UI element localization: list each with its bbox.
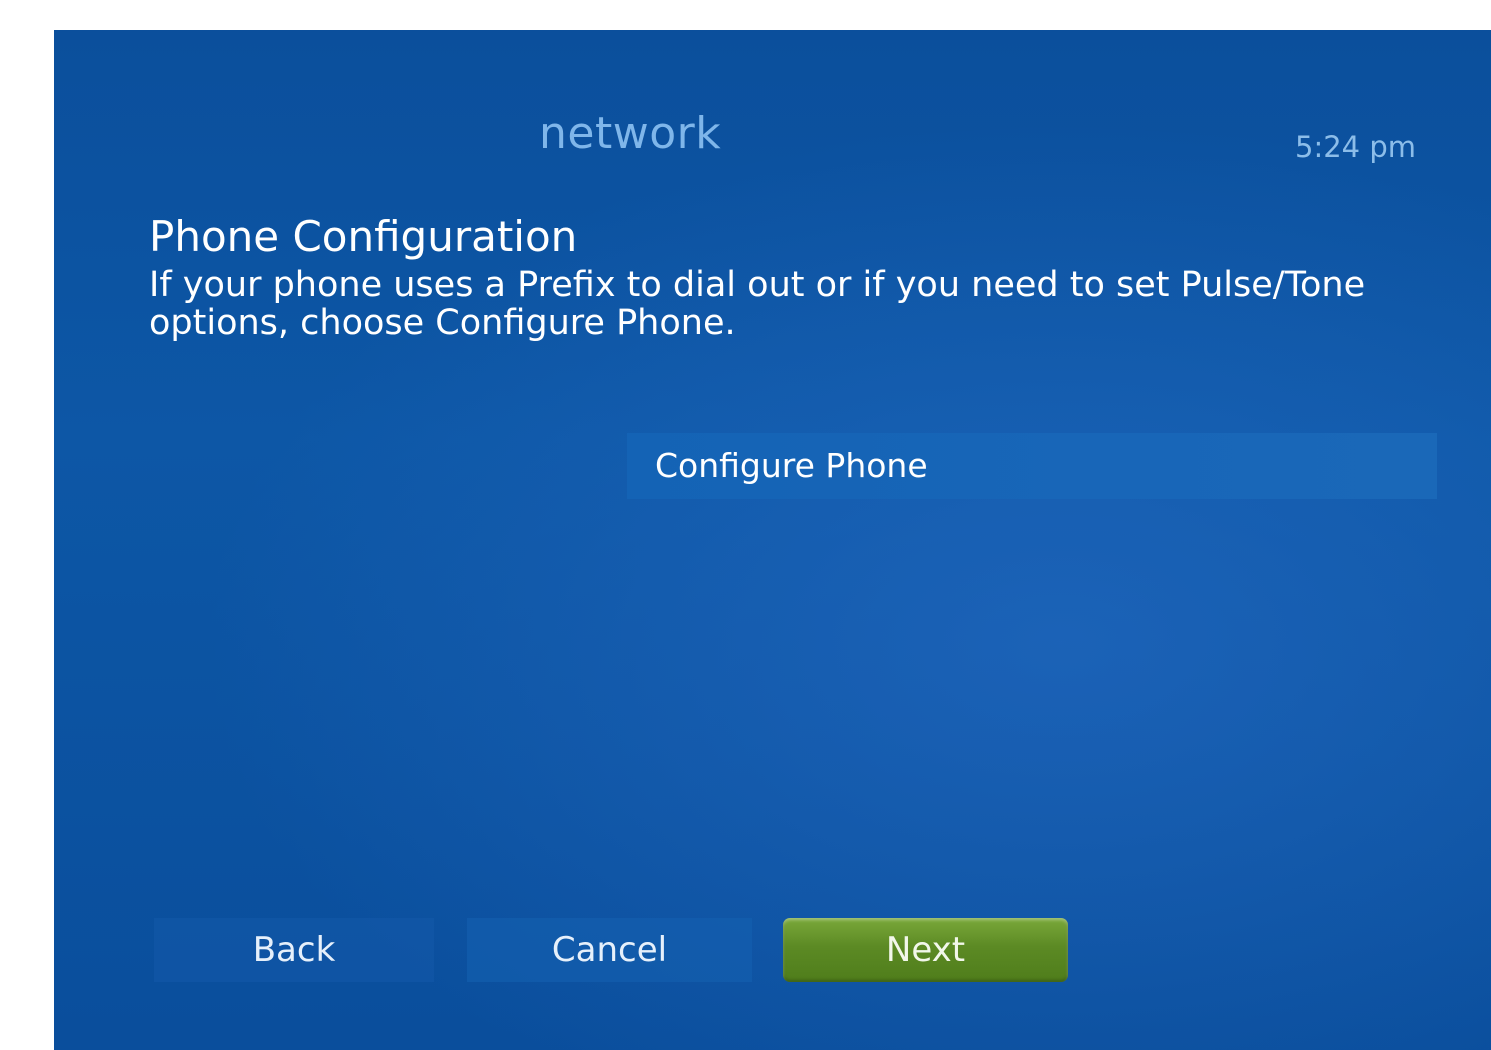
section-title: network <box>539 108 722 159</box>
page-title: Phone Configuration <box>149 212 578 261</box>
configure-phone-option[interactable]: Configure Phone <box>627 433 1437 499</box>
next-button[interactable]: Next <box>783 918 1068 982</box>
cancel-button[interactable]: Cancel <box>467 918 752 982</box>
clock: 5:24 pm <box>1295 130 1416 164</box>
option-list: Configure Phone <box>627 433 1437 499</box>
back-button[interactable]: Back <box>154 918 434 982</box>
page-description: If your phone uses a Prefix to dial out … <box>149 265 1366 343</box>
media-center-screen: network 5:24 pm Phone Configuration If y… <box>54 30 1491 1050</box>
